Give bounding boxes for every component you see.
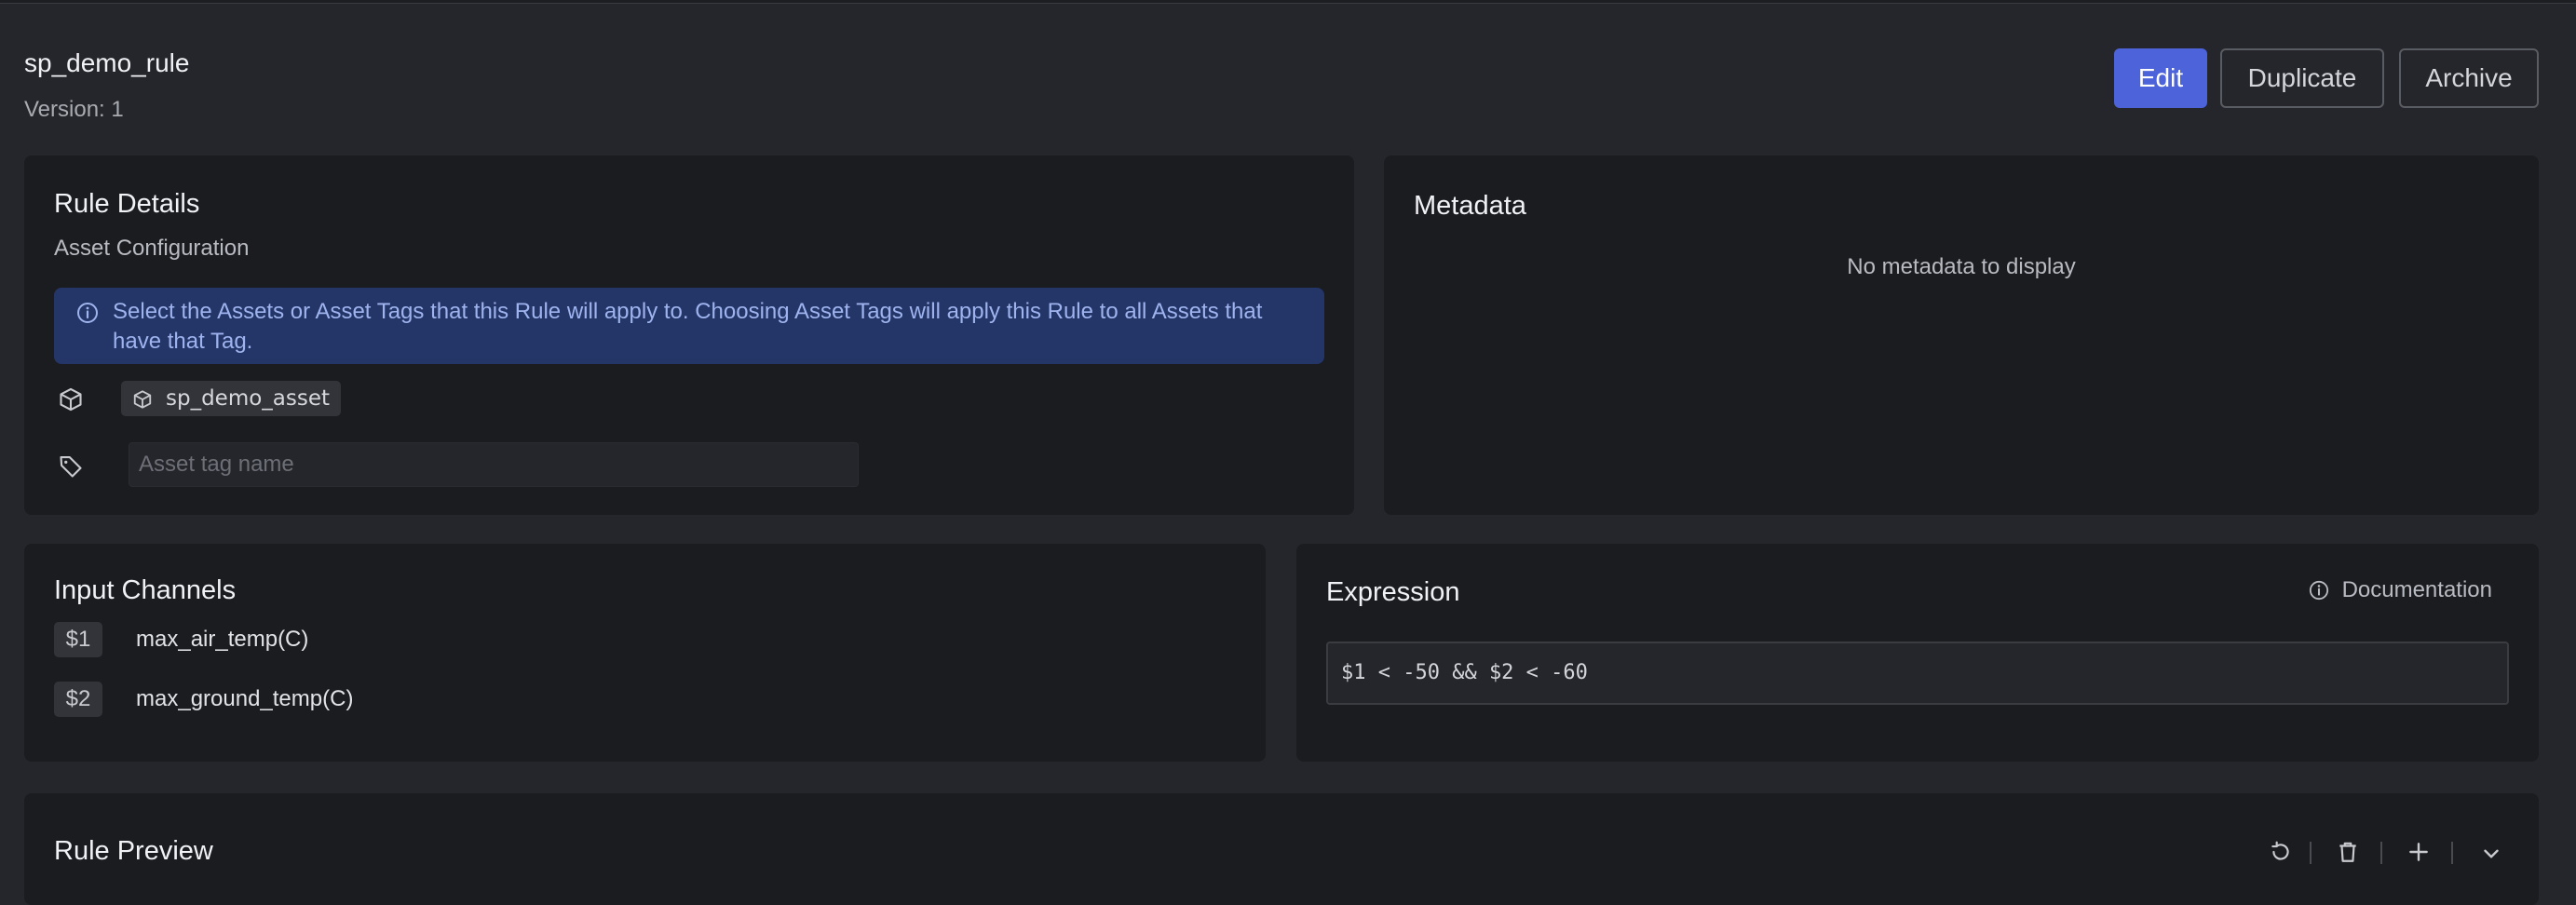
top-border <box>0 0 2576 4</box>
version-label: Version: 1 <box>24 97 124 122</box>
channel-name: max_ground_temp(C) <box>136 686 354 711</box>
channel-name: max_air_temp(C) <box>136 627 309 652</box>
asset-tag-input[interactable] <box>129 442 859 487</box>
rule-preview-title: Rule Preview <box>54 836 213 866</box>
rule-preview-card: Rule Preview <box>24 793 2539 905</box>
expression-title: Expression <box>1326 577 1460 607</box>
channel-variable: $2 <box>54 682 102 717</box>
channel-variable: $1 <box>54 622 102 657</box>
info-icon <box>2309 580 2328 601</box>
expression-card: Expression Documentation $1 < -50 && $2 … <box>1296 544 2539 762</box>
asset-chip[interactable]: sp_demo_asset <box>121 381 342 416</box>
metadata-title: Metadata <box>1414 191 1526 221</box>
channel-row: $2 max_ground_temp(C) <box>54 682 353 717</box>
asset-chip-label: sp_demo_asset <box>166 386 331 411</box>
chevron-down-icon[interactable] <box>2479 842 2503 866</box>
metadata-empty-text: No metadata to display <box>1847 254 2076 279</box>
info-alert: Select the Assets or Asset Tags that thi… <box>54 288 1324 364</box>
info-text: Select the Assets or Asset Tags that thi… <box>113 299 1263 354</box>
input-channels-title: Input Channels <box>54 575 237 605</box>
cube-icon <box>60 387 82 412</box>
toolbar-divider <box>2380 842 2382 864</box>
expression-field[interactable]: $1 < -50 && $2 < -60 <box>1326 642 2509 705</box>
edit-button[interactable]: Edit <box>2114 48 2207 108</box>
archive-button[interactable]: Archive <box>2399 48 2539 108</box>
preview-toolbar <box>2269 838 2539 866</box>
documentation-link[interactable]: Documentation <box>2309 577 2492 603</box>
duplicate-button[interactable]: Duplicate <box>2220 48 2384 108</box>
undo-icon[interactable] <box>2269 840 2293 864</box>
plus-icon[interactable] <box>2407 840 2431 864</box>
documentation-label: Documentation <box>2341 577 2492 602</box>
input-channels-card: Input Channels $1 max_air_temp(C) $2 max… <box>24 544 1266 762</box>
page-title: sp_demo_rule <box>24 48 190 77</box>
info-icon <box>77 303 98 323</box>
channel-row: $1 max_air_temp(C) <box>54 622 308 657</box>
toolbar-divider <box>2451 842 2453 864</box>
toolbar-divider <box>2310 842 2312 864</box>
metadata-card: Metadata No metadata to display <box>1384 155 2539 515</box>
asset-configuration-label: Asset Configuration <box>54 236 250 261</box>
cube-icon <box>133 390 152 409</box>
tag-icon <box>60 456 82 478</box>
rule-details-title: Rule Details <box>54 189 200 219</box>
trash-icon[interactable] <box>2336 840 2360 864</box>
rule-details-card: Rule Details Asset Configuration Select … <box>24 155 1354 515</box>
